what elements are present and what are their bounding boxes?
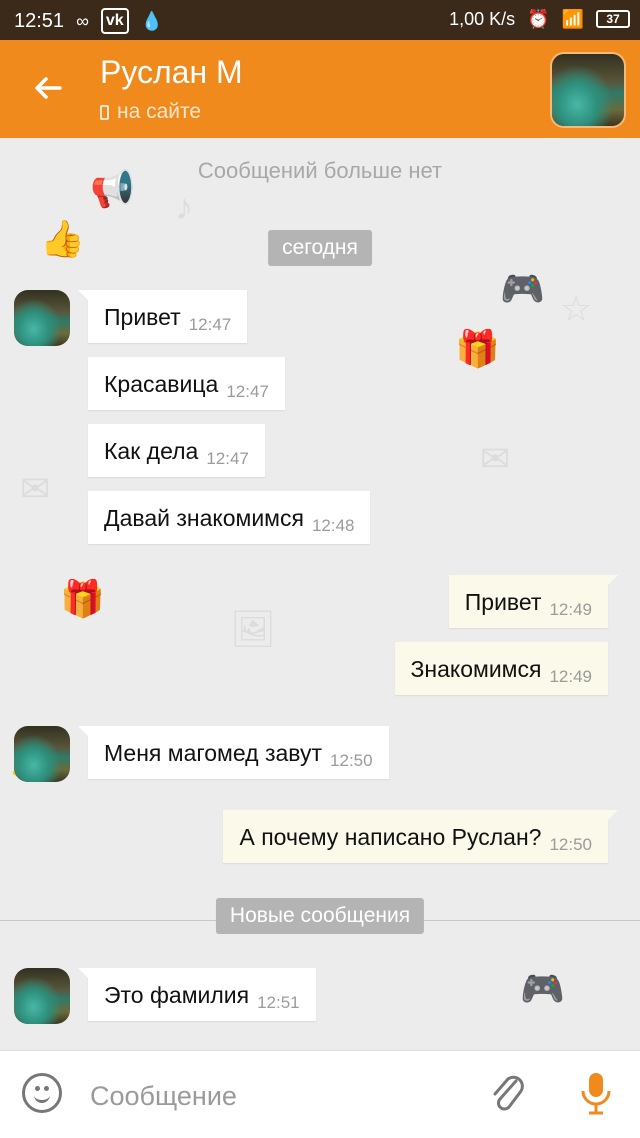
message-time: 12:47 xyxy=(188,315,232,334)
message-text: Меня магомед завут xyxy=(104,740,323,766)
contact-avatar[interactable] xyxy=(550,52,626,128)
microphone-icon[interactable] xyxy=(578,1069,614,1119)
message-text: Красавица xyxy=(104,371,219,397)
message-time: 12:47 xyxy=(206,449,249,468)
presence-label: на сайте xyxy=(117,100,202,123)
date-separator: сегодня xyxy=(268,230,372,266)
message-text: Это фамилия xyxy=(104,982,250,1008)
like-icon: 👍 xyxy=(40,218,85,259)
sender-avatar[interactable] xyxy=(14,968,70,1024)
message-time: 12:51 xyxy=(257,993,300,1012)
new-messages-label: Новые сообщения xyxy=(215,898,425,934)
message-composer xyxy=(0,1050,640,1138)
network-speed: 1,00 K/s xyxy=(449,8,516,29)
message-text: Знакомимся xyxy=(410,656,542,682)
message-time: 12:50 xyxy=(330,751,373,770)
message-text: А почему написано Руслан? xyxy=(239,824,542,850)
message-text: Как дела xyxy=(104,438,199,464)
message-bubble[interactable]: Знакомимся 12:49 xyxy=(394,642,608,695)
message-bubble[interactable]: Это фамилия 12:51 xyxy=(78,968,316,1021)
vk-icon: vk xyxy=(100,8,129,34)
message-time: 12:47 xyxy=(226,382,269,401)
alarm-icon: ⏰ xyxy=(527,9,550,29)
status-bar: 12:51 ∞ vk 💧 1,00 K/s ⏰ 📶 37 xyxy=(0,0,640,40)
message-bubble[interactable]: Меня магомед завут 12:50 xyxy=(78,726,389,779)
message-bubble[interactable]: Привет 12:49 xyxy=(448,575,619,628)
gift-icon: 🎁 xyxy=(455,328,500,369)
paperclip-icon[interactable] xyxy=(488,1071,528,1115)
battery-level: 37 xyxy=(606,12,620,26)
message-bubble[interactable]: Красавица 12:47 xyxy=(88,357,285,410)
message-time: 12:50 xyxy=(549,835,592,854)
avatar-image xyxy=(552,54,624,126)
star-icon: ☆ xyxy=(560,288,593,329)
contact-name[interactable]: Руслан М xyxy=(100,54,243,91)
message-text: Привет xyxy=(464,589,542,615)
presence-status: на сайте xyxy=(100,100,201,124)
gamepad-icon: 🎮 xyxy=(500,268,545,309)
message-time: 12:48 xyxy=(311,516,355,535)
message-input[interactable] xyxy=(88,1075,472,1117)
message-text: Давай знакомимся xyxy=(104,505,304,531)
status-time: 12:51 xyxy=(14,9,65,32)
gift-icon: 🎁 xyxy=(60,578,105,619)
battery-icon: 37 xyxy=(596,10,630,28)
chat-header: Руслан М на сайте xyxy=(0,40,640,138)
droplet-icon: 💧 xyxy=(140,11,164,31)
message-bubble[interactable]: А почему написано Руслан? 12:50 xyxy=(223,810,618,863)
mail-icon: ✉ xyxy=(480,438,511,479)
sender-avatar[interactable] xyxy=(14,726,70,782)
message-text: Привет xyxy=(104,304,181,330)
chat-area[interactable]: 📢 👍 ♪ 🎮 ☆ 🎁 ✉ ✉ 🎁 🔔 🖼 🎮 Сообщений больше… xyxy=(0,138,640,1050)
infinity-icon: ∞ xyxy=(76,11,89,31)
music-note-icon: ♪ xyxy=(175,186,193,227)
emoji-icon[interactable] xyxy=(22,1073,62,1113)
no-more-messages: Сообщений больше нет xyxy=(197,158,443,183)
picture-icon: 🖼 xyxy=(230,608,276,649)
message-bubble[interactable]: Давай знакомимся 12:48 xyxy=(88,491,371,544)
message-time: 12:49 xyxy=(549,600,592,619)
back-arrow-icon[interactable] xyxy=(30,66,70,110)
phone-icon xyxy=(100,104,109,120)
sender-avatar[interactable] xyxy=(14,290,70,346)
message-bubble[interactable]: Как дела 12:47 xyxy=(88,424,265,477)
message-time: 12:49 xyxy=(549,667,592,686)
signal-icon: 📶 xyxy=(561,9,584,29)
message-bubble[interactable]: Привет 12:47 xyxy=(77,290,248,343)
mail-icon: ✉ xyxy=(20,468,51,509)
gamepad-icon: 🎮 xyxy=(520,968,565,1009)
